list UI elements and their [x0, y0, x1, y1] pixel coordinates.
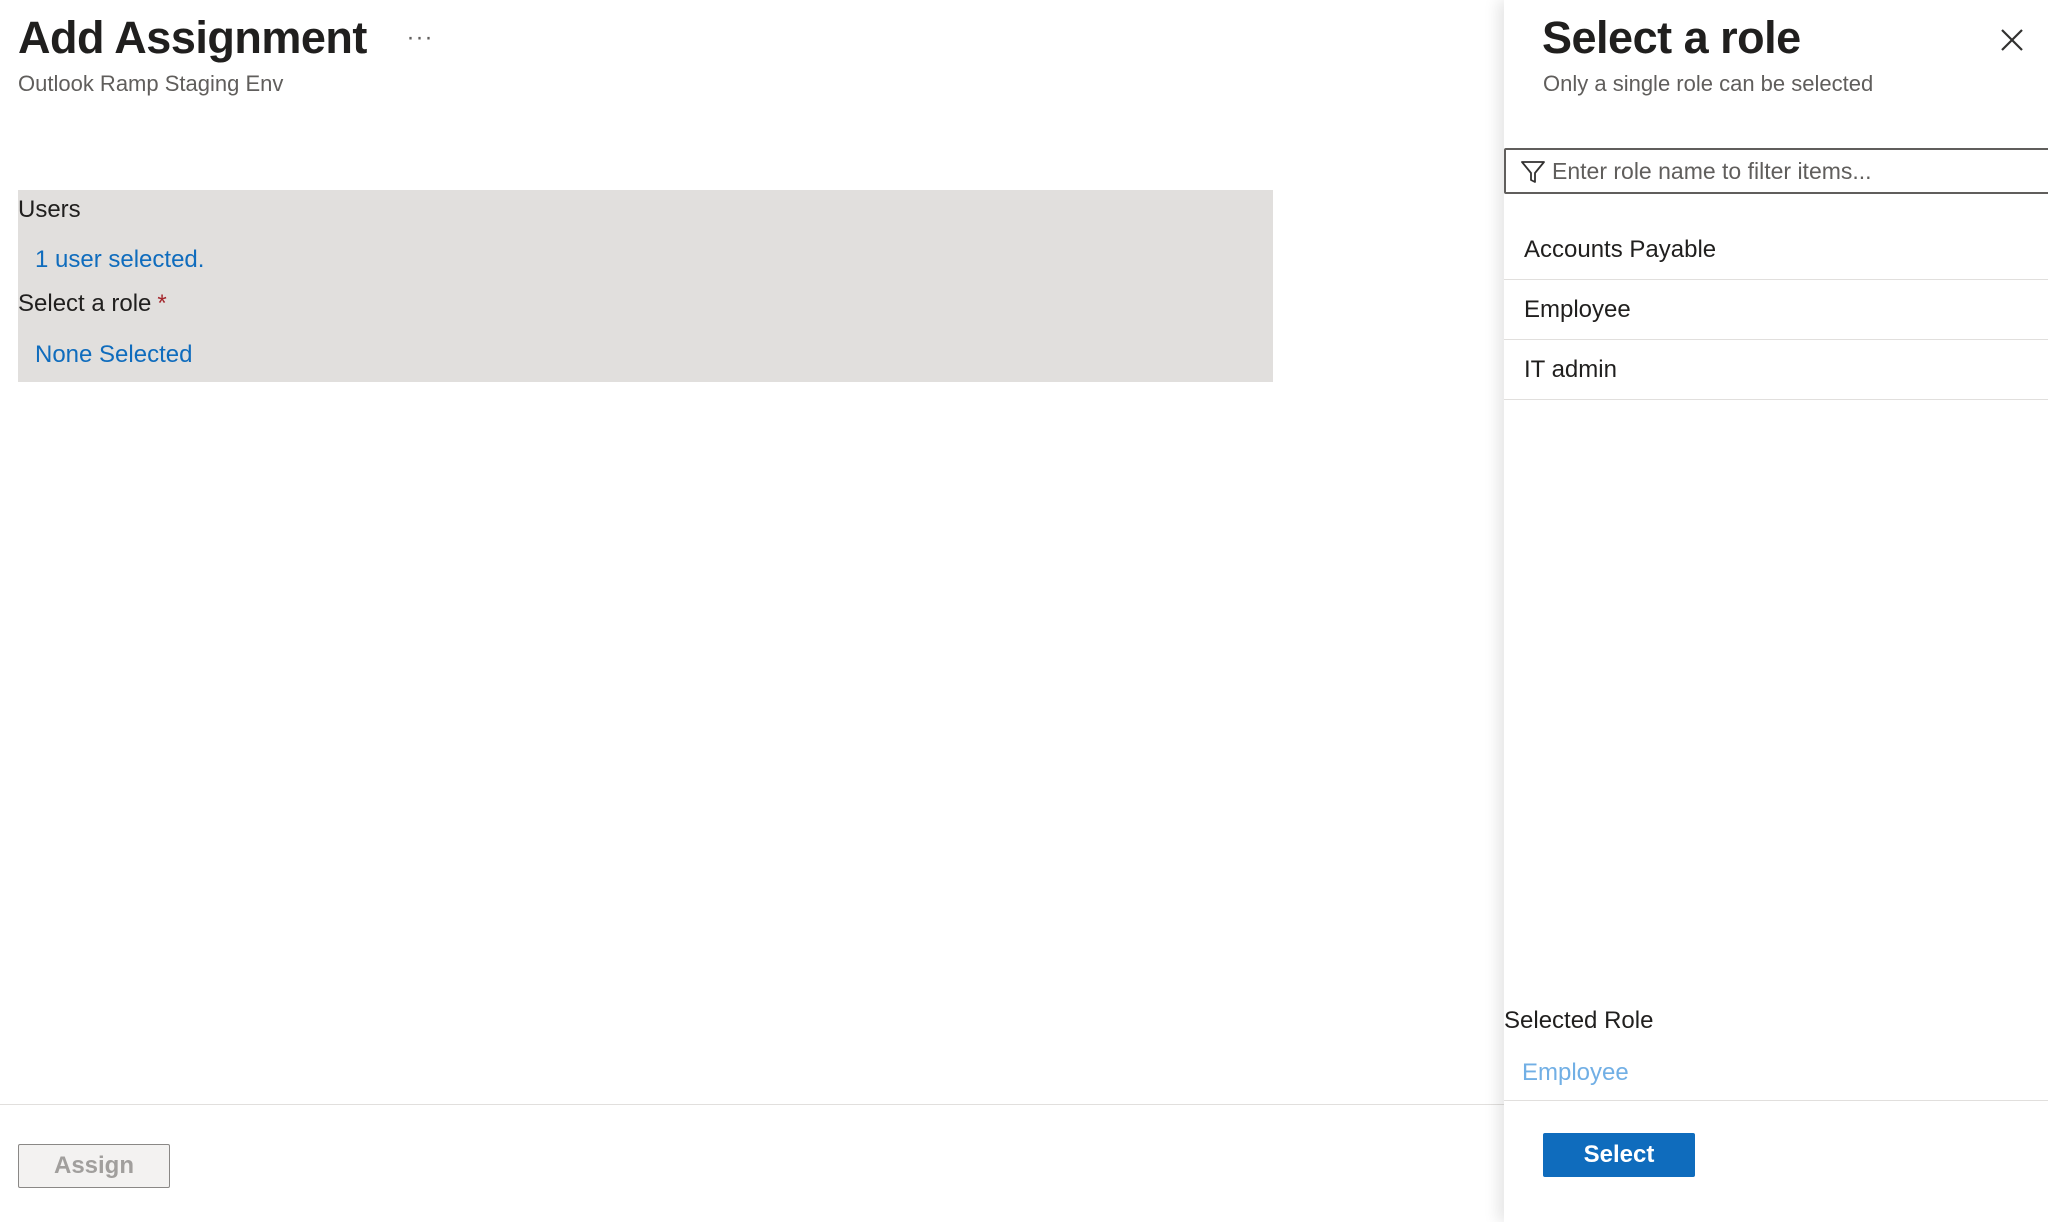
- role-filter-input[interactable]: [1552, 154, 2032, 188]
- select-role-panel: Select a role Only a single role can be …: [1504, 0, 2048, 1222]
- selected-role-label: Selected Role: [1504, 1007, 1654, 1034]
- panel-footer-divider: [1504, 1100, 2048, 1101]
- required-asterisk: *: [157, 290, 167, 317]
- assign-button[interactable]: Assign: [18, 1144, 170, 1188]
- role-item-accounts-payable[interactable]: Accounts Payable: [1504, 220, 2048, 280]
- select-button[interactable]: Select: [1543, 1133, 1695, 1177]
- close-icon[interactable]: [1992, 20, 2032, 60]
- selected-role-value: Employee: [1522, 1059, 1629, 1086]
- role-list: Accounts Payable Employee IT admin: [1504, 220, 2048, 400]
- main-area: Add Assignment ··· Outlook Ramp Staging …: [0, 0, 1504, 1222]
- role-item-employee[interactable]: Employee: [1504, 280, 2048, 340]
- users-selected-link[interactable]: 1 user selected.: [35, 245, 204, 275]
- role-filter-box[interactable]: [1504, 148, 2048, 194]
- page-title: Add Assignment: [18, 12, 367, 63]
- role-label: Select a role *: [18, 289, 167, 319]
- filter-icon: [1520, 159, 1546, 185]
- panel-title: Select a role: [1542, 12, 1801, 63]
- assignment-form: Users 1 user selected. Select a role * No…: [18, 190, 1273, 382]
- footer-divider: [0, 1104, 1504, 1105]
- role-item-it-admin[interactable]: IT admin: [1504, 340, 2048, 400]
- page-subtitle: Outlook Ramp Staging Env: [18, 71, 284, 96]
- role-label-text: Select a role: [18, 290, 152, 317]
- more-options-button[interactable]: ···: [400, 22, 440, 62]
- users-label: Users: [18, 196, 81, 223]
- panel-subtitle: Only a single role can be selected: [1543, 71, 1874, 96]
- role-selected-link[interactable]: None Selected: [35, 340, 192, 370]
- page: Add Assignment ··· Outlook Ramp Staging …: [0, 0, 2048, 1222]
